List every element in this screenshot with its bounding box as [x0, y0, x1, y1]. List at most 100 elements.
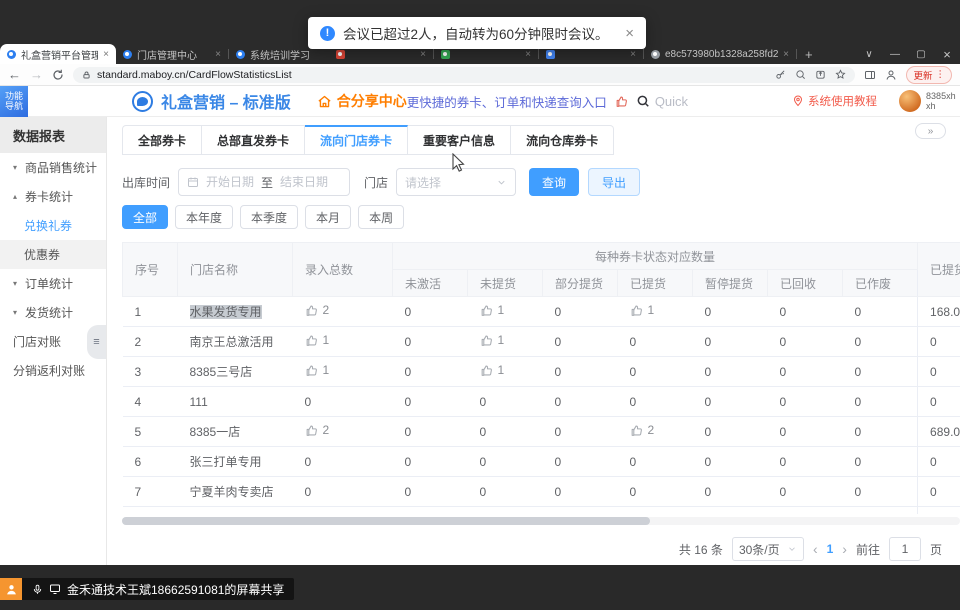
thumb-up-link[interactable]: 4	[630, 513, 655, 514]
range-year-button[interactable]: 本年度	[175, 205, 233, 229]
status-cell: 0	[543, 327, 618, 357]
prev-page-button[interactable]: ‹	[813, 541, 818, 557]
status-cell: 0	[468, 387, 543, 417]
tab-close-icon[interactable]: ×	[215, 49, 221, 60]
maximize-button[interactable]: ▢	[908, 49, 934, 60]
thumb-up-link[interactable]: 1	[480, 333, 505, 347]
entry-total-cell[interactable]: 2	[293, 297, 393, 327]
tab-close-icon[interactable]: ×	[630, 49, 636, 60]
close-button[interactable]: ×	[934, 47, 960, 62]
current-page[interactable]: 1	[827, 542, 834, 556]
store-select[interactable]: 请选择	[396, 168, 516, 196]
store-name: 张三打单专用	[190, 455, 262, 469]
share-center-link[interactable]: 合分享中心	[317, 91, 407, 111]
thumb-up-link[interactable]: 5	[305, 513, 330, 514]
thumb-up-link[interactable]: 2	[630, 423, 655, 437]
function-nav-toggle[interactable]: 功能 导航	[0, 86, 28, 117]
search-icon[interactable]	[636, 94, 650, 108]
goto-page-input[interactable]	[889, 537, 921, 561]
status-cell: 0	[693, 297, 768, 327]
zoom-icon[interactable]	[795, 69, 806, 80]
thumb-up-link[interactable]: 1	[480, 303, 505, 317]
entry-total-cell[interactable]: 1	[293, 357, 393, 387]
end-date-input[interactable]	[278, 174, 330, 190]
range-quarter-button[interactable]: 本季度	[240, 205, 298, 229]
key-icon[interactable]	[775, 69, 786, 80]
status-cell[interactable]: 1	[468, 327, 543, 357]
search-button[interactable]: 查询	[529, 168, 579, 196]
tutorial-link[interactable]: 系统使用教程	[792, 93, 877, 109]
horizontal-scrollbar[interactable]	[122, 517, 960, 525]
tab-close-icon[interactable]: ×	[783, 49, 789, 60]
status-cell[interactable]: 1	[468, 507, 543, 515]
next-page-button[interactable]: ›	[842, 541, 847, 557]
tab-close-icon[interactable]: ×	[103, 49, 109, 60]
sidebar-item-card-stats[interactable]: ▴ 券卡统计	[0, 182, 106, 211]
store-name: 111	[190, 395, 208, 409]
thumb-up-link[interactable]: 1	[630, 303, 655, 317]
tab-key-customer-info[interactable]: 重要客户信息	[408, 125, 511, 155]
reload-icon[interactable]	[52, 69, 64, 81]
entry-total-cell[interactable]: 1	[293, 327, 393, 357]
tab-warehouse-flow-cards[interactable]: 流向仓库券卡	[511, 125, 614, 155]
profile-icon[interactable]	[885, 69, 897, 81]
status-cell[interactable]: 1	[618, 297, 693, 327]
status-cell[interactable]: 1	[468, 297, 543, 327]
sidebar-item-shipping-stats[interactable]: ▾ 发货统计	[0, 298, 106, 327]
tab-store-flow-cards[interactable]: 流向门店券卡	[305, 125, 408, 155]
sidebar-item-discount-coupon[interactable]: 优惠券	[0, 240, 106, 269]
share-center-label: 合分享中心	[337, 91, 407, 111]
export-button[interactable]: 导出	[588, 168, 640, 196]
range-week-button[interactable]: 本周	[358, 205, 404, 229]
entry-total-cell[interactable]: 2	[293, 417, 393, 447]
thumb-up-link[interactable]: 1	[480, 363, 505, 377]
quick-entry-link[interactable]: 更快捷的券卡、订单和快递查询入口	[407, 92, 607, 111]
tab-close-icon[interactable]: ×	[525, 49, 531, 60]
browser-tab-2[interactable]: 门店管理中心 ×	[116, 44, 228, 64]
entry-total-cell[interactable]: 5	[293, 507, 393, 515]
avatar[interactable]	[899, 90, 921, 112]
sidebar-item-gift-coupon[interactable]: 兑换礼券	[0, 211, 106, 240]
start-date-input[interactable]	[204, 174, 256, 190]
sidebar-collapse-handle[interactable]: ≡	[87, 325, 106, 359]
hamburger-icon: ≡	[93, 336, 99, 348]
quick-search-label[interactable]: Quick	[655, 94, 688, 109]
address-bar[interactable]: standard.maboy.cn/CardFlowStatisticsList	[73, 67, 855, 83]
notification-close-icon[interactable]: ×	[625, 25, 634, 42]
side-panel-icon[interactable]	[864, 69, 876, 81]
thumb-up-link[interactable]: 1	[305, 333, 330, 347]
sidebar-item-product-sales[interactable]: ▾ 商品销售统计	[0, 153, 106, 182]
back-icon[interactable]: ←	[8, 68, 21, 81]
status-cell[interactable]: 4	[618, 507, 693, 515]
chrome-update-button[interactable]: 更新 ⋮	[906, 66, 952, 84]
sidebar-item-rebate-reconcile[interactable]: 分销返利对账	[0, 356, 106, 385]
scrollbar-thumb[interactable]	[122, 517, 650, 525]
double-chevron-icon: »	[928, 126, 934, 137]
minimize-button[interactable]: —	[882, 49, 908, 60]
tab-search-icon[interactable]: ∨	[856, 49, 882, 60]
range-month-button[interactable]: 本月	[305, 205, 351, 229]
bookmark-star-icon[interactable]	[835, 69, 846, 80]
tab-close-icon[interactable]: ×	[420, 49, 426, 60]
status-cell[interactable]: 2	[618, 417, 693, 447]
thumb-up-link[interactable]: 1	[305, 363, 330, 377]
share-icon[interactable]	[815, 69, 826, 80]
new-tab-button[interactable]: +	[797, 44, 821, 64]
browser-tab-4[interactable]: e8c573980b1328a258fd2e6f8 ×	[644, 44, 796, 64]
tab-all-cards[interactable]: 全部券卡	[122, 125, 202, 155]
thumb-up-link[interactable]: 1	[480, 513, 505, 514]
page-size-select[interactable]: 30条/页	[732, 537, 804, 561]
panel-collapse-button[interactable]: »	[915, 123, 946, 139]
forward-icon[interactable]: →	[30, 68, 43, 81]
tab-favicon	[123, 50, 132, 59]
tab-hq-direct-cards[interactable]: 总部直发券卡	[202, 125, 305, 155]
thumb-up-link[interactable]: 2	[305, 303, 330, 317]
sidebar-item-order-stats[interactable]: ▾ 订单统计	[0, 269, 106, 298]
thumb-up-link[interactable]: 2	[305, 423, 330, 437]
date-range-input[interactable]: 至	[178, 168, 350, 196]
status-cell: 0	[468, 477, 543, 507]
status-cell[interactable]: 1	[468, 357, 543, 387]
pickup-amount-cell: 689.0	[918, 417, 960, 447]
range-all-button[interactable]: 全部	[122, 205, 168, 229]
browser-tab-1[interactable]: 礼盒营销平台管理中心 ×	[0, 44, 116, 64]
